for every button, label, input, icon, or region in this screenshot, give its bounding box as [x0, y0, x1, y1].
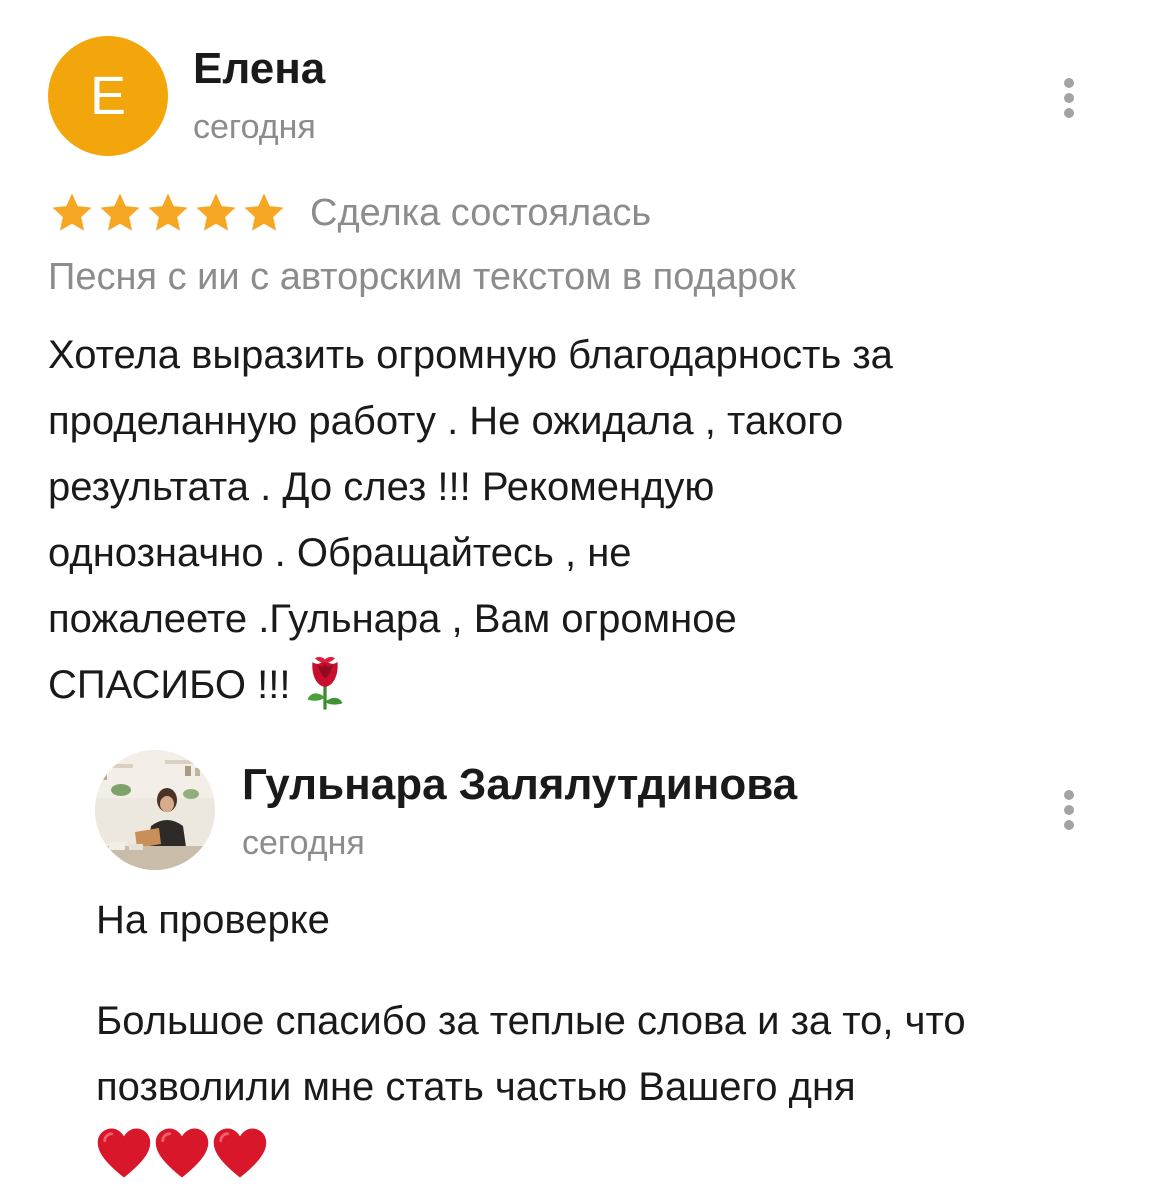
reply-text-line: позволили мне стать частью Вашего дня — [96, 1065, 856, 1109]
red-heart-icon — [155, 1128, 209, 1178]
reply-moderation-status: На проверке — [96, 898, 330, 942]
red-heart-icon — [213, 1128, 267, 1178]
review-text-line: однозначно . Обращайтесь , не — [48, 531, 632, 575]
seller-name[interactable]: Гульнара Залялутдинова — [242, 760, 797, 810]
review-text-line: СПАСИБО !!! — [48, 663, 291, 707]
reply-hearts — [96, 1126, 270, 1180]
star-icon — [244, 193, 284, 231]
reply-text-line: Большое спасибо за теплые слова и за то,… — [96, 999, 966, 1043]
review-text-line: проделанную работу . Не ожидала , такого — [48, 399, 844, 443]
red-heart-icon — [97, 1128, 151, 1178]
reply-text: Большое спасибо за теплые слова и за то,… — [96, 988, 1136, 1120]
author-name[interactable]: Елена — [193, 44, 325, 94]
review-text-last-line: СПАСИБО !!! — [48, 652, 1128, 718]
star-icon — [148, 193, 188, 231]
deal-status: Сделка состоялась — [310, 191, 652, 234]
review-date: сегодня — [193, 108, 316, 146]
review-text-line: результата . До слез !!! Рекомендую — [48, 465, 715, 509]
star-icon — [52, 193, 92, 231]
review-text: Хотела выразить огромную благодарность з… — [48, 322, 1128, 718]
author-avatar[interactable]: Е — [48, 36, 168, 156]
rating-stars — [48, 190, 288, 236]
rating-row: Сделка состоялась — [48, 188, 651, 238]
more-vertical-icon[interactable] — [1057, 788, 1081, 832]
review-text-line: пожалеете .Гульнара , Вам огромное — [48, 597, 737, 641]
seller-avatar[interactable] — [95, 750, 215, 870]
star-icon — [196, 193, 236, 231]
reply-date: сегодня — [242, 824, 365, 862]
review-text-line: Хотела выразить огромную благодарность з… — [48, 333, 893, 377]
star-icon — [100, 193, 140, 231]
service-title[interactable]: Песня с ии с авторским текстом в подарок — [48, 256, 796, 299]
seller-photo — [95, 750, 215, 870]
rose-icon — [307, 657, 343, 710]
more-vertical-icon[interactable] — [1057, 76, 1081, 120]
